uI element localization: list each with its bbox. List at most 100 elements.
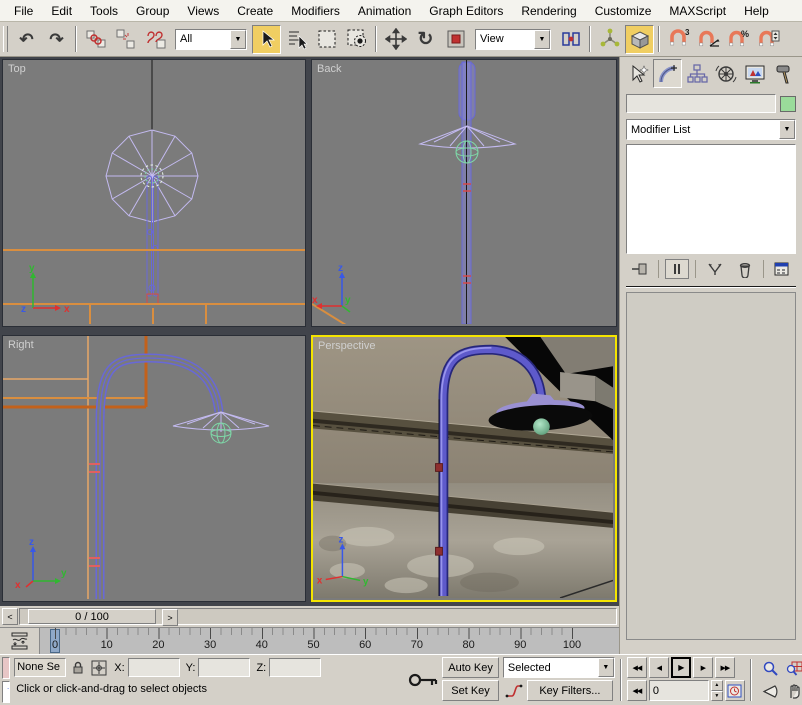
toolbar-grip[interactable]	[3, 26, 8, 52]
viewport-right[interactable]: Right	[2, 335, 306, 602]
redo-button[interactable]: ↷	[42, 25, 71, 54]
viewport-back-label[interactable]: Back	[317, 63, 341, 75]
x-coordinate-field[interactable]	[128, 658, 180, 677]
time-slider-next-button[interactable]: >	[162, 609, 178, 626]
show-end-result-button[interactable]	[665, 259, 689, 279]
trash-icon	[736, 260, 754, 278]
selection-lock-toggle[interactable]	[69, 658, 87, 677]
set-key-button[interactable]: Set Key	[442, 680, 499, 701]
select-and-manipulate-button[interactable]	[595, 25, 624, 54]
z-coordinate-field[interactable]	[269, 658, 321, 677]
keyboard-shortcut-override-toggle[interactable]	[625, 25, 654, 54]
modifier-list-dropdown[interactable]: Modifier List ▼	[626, 119, 796, 140]
menu-help[interactable]: Help	[736, 1, 777, 21]
select-and-rotate-button[interactable]: ↻	[411, 25, 440, 54]
menu-views[interactable]: Views	[179, 1, 227, 21]
rectangular-selection-region-button[interactable]	[312, 25, 341, 54]
viewport-back[interactable]: Back	[311, 59, 617, 327]
spinner-down-icon[interactable]: ▼	[711, 691, 723, 702]
spinner-up-icon[interactable]: ▲	[711, 680, 723, 691]
select-and-scale-button[interactable]	[441, 25, 470, 54]
viewport-top-label[interactable]: Top	[8, 63, 26, 75]
listener-pane[interactable]: .	[2, 681, 10, 703]
tab-display[interactable]	[740, 59, 769, 88]
selection-count-field[interactable]: None Se	[14, 658, 66, 677]
spinner-snap-toggle-button[interactable]	[754, 25, 783, 54]
select-object-button[interactable]	[252, 25, 281, 54]
bind-to-spacewarp-button[interactable]	[141, 25, 170, 54]
zoom-button[interactable]	[759, 658, 782, 680]
pin-stack-button[interactable]	[628, 259, 652, 279]
tab-motion[interactable]	[711, 59, 740, 88]
time-slider-track[interactable]: 0 / 100 >	[19, 608, 617, 625]
auto-key-button[interactable]: Auto Key	[442, 657, 499, 678]
rollout-area[interactable]	[626, 292, 796, 640]
selection-filter-combo[interactable]: All ▼	[175, 29, 247, 50]
zoom-all-button[interactable]	[783, 658, 802, 680]
chevron-down-icon[interactable]: ▼	[598, 658, 614, 677]
make-unique-button[interactable]	[703, 259, 727, 279]
viewport-perspective[interactable]: Perspective	[311, 335, 617, 602]
tab-hierarchy[interactable]	[682, 59, 711, 88]
menu-customize[interactable]: Customize	[587, 1, 660, 21]
percent-snap-toggle-button[interactable]: %	[724, 25, 753, 54]
configure-modifier-sets-button[interactable]	[770, 259, 794, 279]
key-mode-dropdown[interactable]: Selected ▼	[503, 657, 615, 678]
pan-button[interactable]	[783, 681, 802, 703]
go-to-end-button[interactable]: ▶▶	[715, 657, 735, 678]
menu-graph-editors[interactable]: Graph Editors	[421, 1, 511, 21]
remove-modifier-button[interactable]	[733, 259, 757, 279]
viewport-perspective-label[interactable]: Perspective	[318, 340, 375, 352]
next-frame-button[interactable]: ▶	[693, 657, 713, 678]
undo-button[interactable]: ↶	[12, 25, 41, 54]
tab-modify[interactable]	[653, 59, 682, 88]
absolute-offset-toggle[interactable]	[90, 658, 108, 677]
frame-spinner[interactable]: ▲ ▼	[711, 680, 723, 701]
window-crossing-toggle-button[interactable]	[342, 25, 371, 54]
previous-frame-button[interactable]: ◀	[649, 657, 669, 678]
snaps-toggle-button[interactable]: 3	[664, 25, 693, 54]
current-frame-field[interactable]	[649, 680, 709, 701]
angle-snap-toggle-button[interactable]	[694, 25, 723, 54]
select-by-name-button[interactable]	[282, 25, 311, 54]
tab-create[interactable]	[624, 59, 653, 88]
menu-edit[interactable]: Edit	[43, 1, 80, 21]
y-coordinate-field[interactable]	[198, 658, 250, 677]
chevron-down-icon[interactable]: ▼	[779, 120, 795, 139]
key-mode-toggle-button[interactable]: ◀◀	[627, 680, 647, 701]
select-and-move-button[interactable]	[381, 25, 410, 54]
unlink-button[interactable]	[111, 25, 140, 54]
object-color-swatch[interactable]	[780, 96, 796, 112]
tab-utilities[interactable]	[769, 59, 798, 88]
set-keys-button[interactable]	[408, 657, 438, 703]
viewport-right-label[interactable]: Right	[8, 339, 34, 351]
macro-recorder-pane[interactable]	[2, 657, 10, 679]
viewport-top[interactable]: Top	[2, 59, 306, 327]
track-bar-ruler[interactable]: 0 10 20 30 40 50 60 70 80 90 100	[40, 628, 619, 654]
reference-coordinate-combo[interactable]: View ▼	[475, 29, 551, 50]
time-configuration-button[interactable]	[725, 680, 745, 701]
go-to-start-button[interactable]: ◀◀	[627, 657, 647, 678]
clock-icon	[727, 683, 742, 698]
select-and-link-button[interactable]	[81, 25, 110, 54]
menu-rendering[interactable]: Rendering	[513, 1, 584, 21]
menu-create[interactable]: Create	[229, 1, 281, 21]
chevron-down-icon[interactable]: ▼	[534, 30, 550, 49]
menu-file[interactable]: File	[6, 1, 41, 21]
use-pivot-center-button[interactable]	[556, 25, 585, 54]
time-slider-handle[interactable]: 0 / 100	[28, 609, 156, 624]
menu-tools[interactable]: Tools	[82, 1, 126, 21]
play-button[interactable]: ▶	[671, 657, 691, 678]
menu-modifiers[interactable]: Modifiers	[283, 1, 348, 21]
field-of-view-button[interactable]	[759, 681, 782, 703]
modifier-stack-list[interactable]	[626, 144, 796, 254]
time-slider-prev-button[interactable]: <	[2, 608, 18, 625]
menu-animation[interactable]: Animation	[350, 1, 419, 21]
chevron-down-icon[interactable]: ▼	[230, 30, 246, 49]
menu-group[interactable]: Group	[128, 1, 177, 21]
menu-maxscript[interactable]: MAXScript	[661, 1, 734, 21]
object-name-field[interactable]	[626, 94, 776, 113]
key-filters-button[interactable]: Key Filters...	[527, 680, 613, 701]
mini-curve-editor-button[interactable]	[0, 628, 40, 654]
default-tangent-button[interactable]	[503, 680, 525, 701]
